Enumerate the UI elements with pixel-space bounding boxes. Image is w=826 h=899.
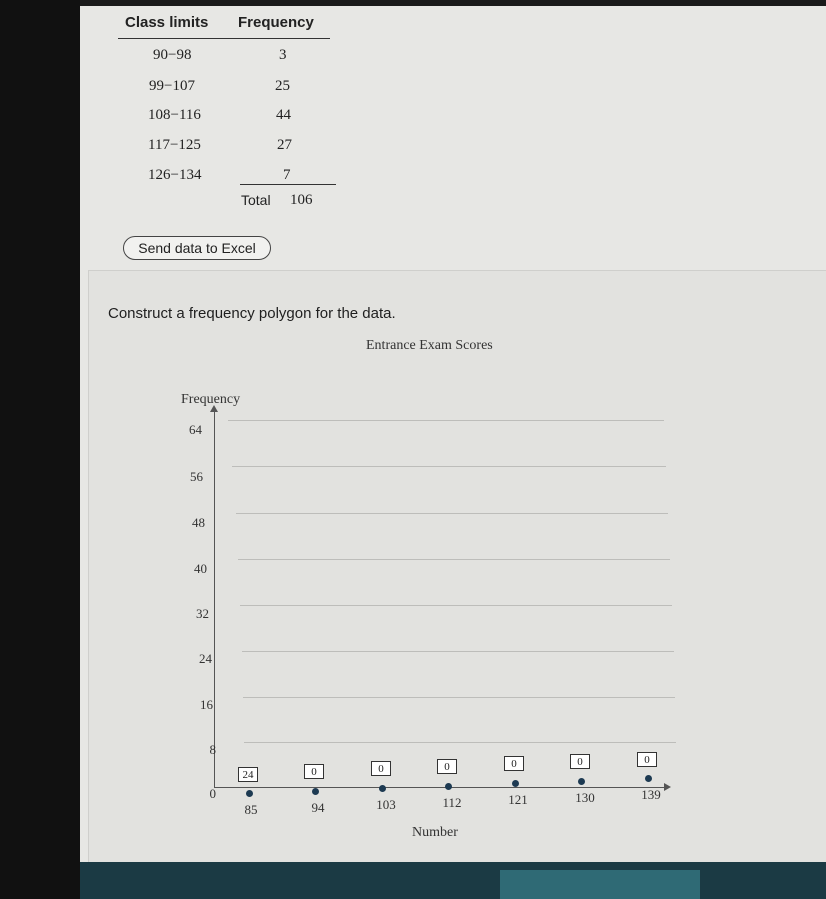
frequency-input-121[interactable]: 0 xyxy=(504,756,524,771)
y-tick-label: 24 xyxy=(199,651,212,666)
gridline xyxy=(232,466,666,467)
frequency-input-103[interactable]: 0 xyxy=(371,761,391,776)
taskbar-area xyxy=(80,862,826,899)
x-tick-label: 130 xyxy=(575,790,595,805)
x-tick-label: 139 xyxy=(641,787,661,802)
gridline xyxy=(242,651,674,652)
header-class-limits: Class limits xyxy=(125,14,209,31)
y-tick-label: 48 xyxy=(192,515,205,530)
frequency-input-85[interactable]: 24 xyxy=(238,767,258,782)
polygon-point[interactable] xyxy=(312,788,319,795)
polygon-point[interactable] xyxy=(578,778,585,785)
polygon-point[interactable] xyxy=(645,775,652,782)
x-tick-label: 94 xyxy=(311,800,325,815)
row-frequency: 27 xyxy=(277,137,292,153)
header-frequency: Frequency xyxy=(238,14,314,31)
y-tick-label: 64 xyxy=(189,422,202,437)
gridline xyxy=(244,742,676,743)
frequency-input-112[interactable]: 0 xyxy=(437,759,457,774)
gridline xyxy=(243,697,675,698)
polygon-point[interactable] xyxy=(512,780,519,787)
frequency-input-94[interactable]: 0 xyxy=(304,764,324,779)
y-tick-label: 0 xyxy=(209,786,217,801)
screen-bezel-left xyxy=(0,0,80,899)
chart-title: Entrance Exam Scores xyxy=(366,338,493,353)
row-frequency: 3 xyxy=(279,47,287,63)
total-value: 106 xyxy=(290,192,313,208)
x-tick-label: 121 xyxy=(508,792,528,807)
x-axis xyxy=(214,787,666,788)
row-frequency: 7 xyxy=(283,167,291,183)
y-tick-label: 16 xyxy=(200,697,213,712)
taskbar-glow xyxy=(500,870,700,899)
row-limits: 99−107 xyxy=(149,78,195,94)
frequency-input-139[interactable]: 0 xyxy=(637,752,657,767)
frequency-input-130[interactable]: 0 xyxy=(570,754,590,769)
x-axis-title: Number xyxy=(412,825,458,840)
y-tick-label: 32 xyxy=(196,606,209,621)
row-limits: 90−98 xyxy=(153,47,192,63)
send-to-excel-button[interactable]: Send data to Excel xyxy=(123,236,271,260)
total-rule xyxy=(240,184,336,185)
gridline xyxy=(236,513,668,514)
x-tick-label: 112 xyxy=(442,795,462,810)
x-tick-label: 85 xyxy=(244,802,258,817)
x-tick-label: 103 xyxy=(376,797,396,812)
polygon-point[interactable] xyxy=(246,790,253,797)
row-limits: 126−134 xyxy=(148,167,202,183)
total-label: Total xyxy=(241,192,271,208)
polygon-point[interactable] xyxy=(379,785,386,792)
y-tick-label: 40 xyxy=(194,561,207,576)
gridline xyxy=(238,559,670,560)
instruction-text: Construct a frequency polygon for the da… xyxy=(108,305,396,322)
y-tick-label: 8 xyxy=(209,742,217,757)
polygon-point[interactable] xyxy=(445,783,452,790)
header-rule xyxy=(118,38,330,39)
gridline xyxy=(240,605,672,606)
row-frequency: 44 xyxy=(276,107,291,123)
row-frequency: 25 xyxy=(275,78,290,94)
y-axis-arrow xyxy=(210,405,218,412)
row-limits: 117−125 xyxy=(148,137,201,153)
gridline xyxy=(228,420,664,421)
row-limits: 108−116 xyxy=(148,107,201,123)
y-axis xyxy=(214,412,215,788)
y-tick-label: 56 xyxy=(190,469,203,484)
